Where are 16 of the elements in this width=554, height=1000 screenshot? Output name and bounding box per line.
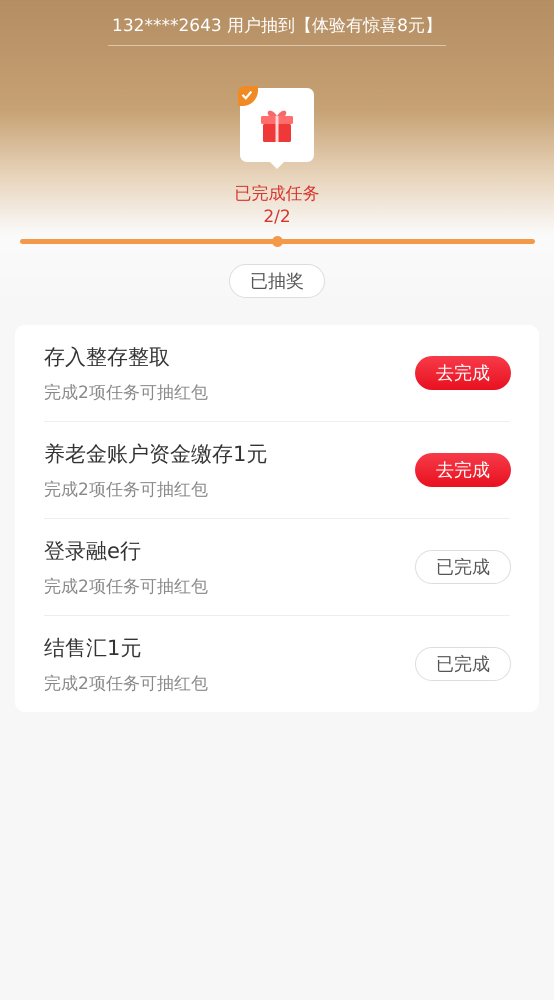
go-complete-button[interactable]: 去完成 (415, 356, 511, 390)
task-description: 完成2项任务可抽红包 (44, 576, 208, 598)
task-title: 存入整存整取 (44, 344, 171, 370)
completed-button[interactable]: 已完成 (415, 647, 511, 681)
task-description: 完成2项任务可抽红包 (44, 382, 208, 404)
task-count: 2/2 (263, 207, 291, 227)
go-complete-button[interactable]: 去完成 (415, 453, 511, 487)
task-description: 完成2项任务可抽红包 (44, 478, 209, 500)
winner-ticker: 132****2643 用户抽到【体验有惊喜8元】 (108, 14, 446, 46)
completed-button[interactable]: 已完成 (415, 550, 511, 584)
task-title: 养老金账户资金缴存1元 (44, 440, 268, 468)
task-title: 登录融e行 (44, 538, 142, 564)
milestone-dot (272, 236, 282, 247)
task-description: 完成2项任务可抽红包 (44, 672, 208, 694)
task-title: 结售汇1元 (44, 634, 142, 662)
reward-status: 已完成任务 (234, 183, 320, 205)
